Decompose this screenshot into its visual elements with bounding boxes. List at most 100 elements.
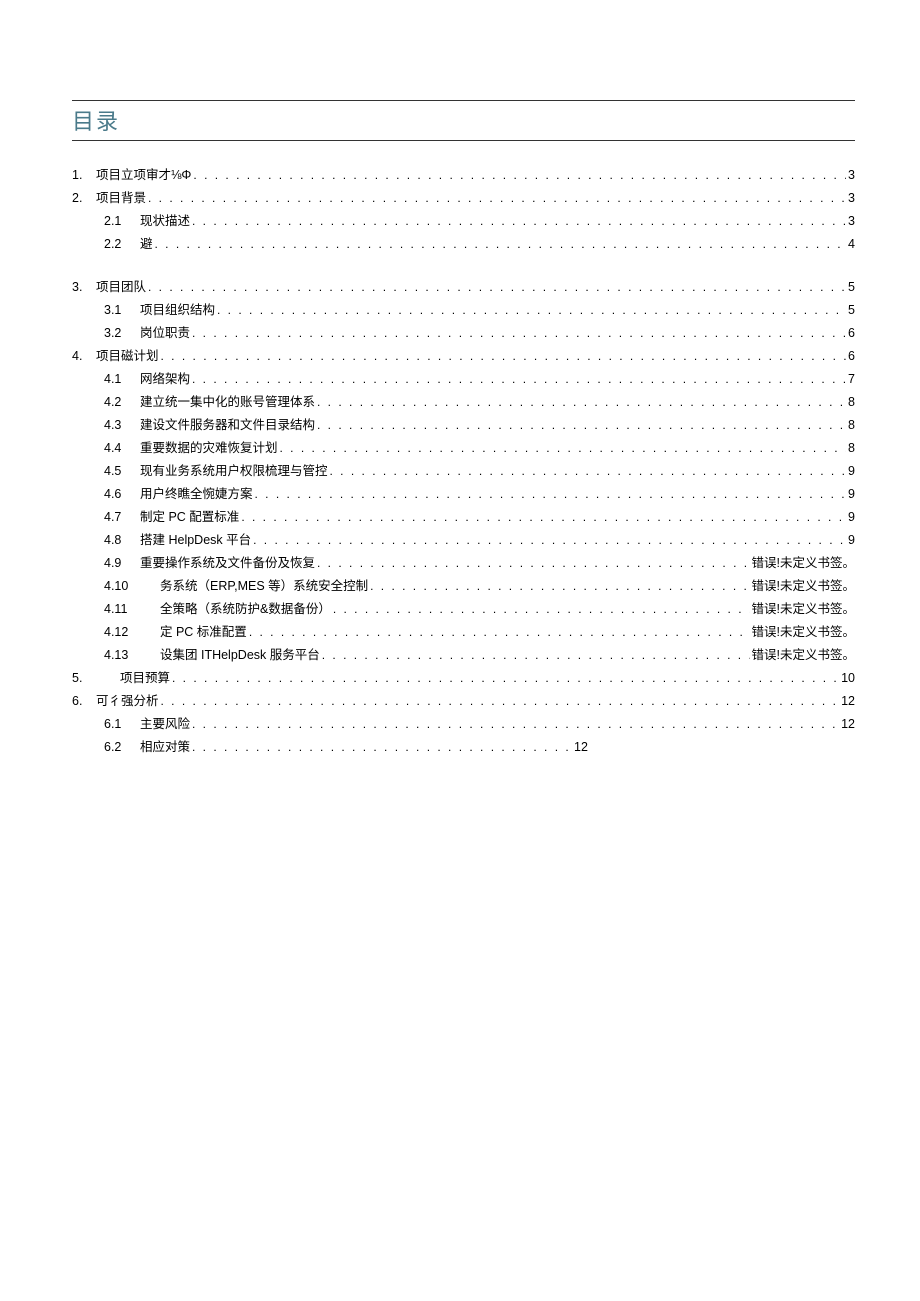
toc-entry-1: 1. 项目立项审才⅛Φ 3: [72, 169, 855, 182]
toc-number: 3.: [72, 281, 96, 294]
toc-entry-4-13: 4.13 设集团 ITHelpDesk 服务平台 错误!未定义书签。: [72, 649, 855, 662]
toc-leader: [148, 281, 846, 293]
toc-page: 6: [848, 327, 855, 340]
toc-number: 5.: [72, 672, 96, 685]
toc-label: 避: [140, 238, 153, 251]
toc-entry-4-2: 4.2 建立统一集中化的账号管理体系 8: [72, 396, 855, 409]
toc-number: 4.11: [104, 603, 160, 616]
toc-entry-4-6: 4.6 用户终瞧全惋婕方案 9: [72, 488, 855, 501]
toc-label: 建设文件服务器和文件目录结构: [140, 419, 315, 432]
toc-number: 3.1: [104, 304, 140, 317]
table-of-contents: 1. 项目立项审才⅛Φ 3 2. 项目背景 3 2.1 现状描述 3 2.2 避…: [72, 169, 855, 753]
toc-leader: [192, 215, 846, 227]
toc-number: 4.13: [104, 649, 160, 662]
toc-leader: [192, 741, 572, 753]
toc-page: 8: [848, 419, 855, 432]
toc-entry-4-7: 4.7 制定 PC 配置标准 9: [72, 511, 855, 524]
toc-leader: [317, 419, 846, 431]
toc-leader: [161, 350, 847, 362]
toc-entry-4-11: 4.11 全策略（系统防护&数据备份） 错误!未定义书签。: [72, 603, 855, 616]
toc-number: 4.10: [104, 580, 160, 593]
toc-entry-4-9: 4.9 重要操作系统及文件备份及恢复 错误!未定义书签。: [72, 557, 855, 570]
toc-label: 重要数据的灾难恢复计划: [140, 442, 278, 455]
toc-label: 用户终瞧全惋婕方案: [140, 488, 253, 501]
toc-label: 制定 PC 配置标准: [140, 511, 239, 524]
toc-label: 项目预算: [120, 672, 170, 685]
toc-entry-6: 6. 可彳强分析 12: [72, 695, 855, 708]
toc-number: 3.2: [104, 327, 140, 340]
toc-label: 搭建 HelpDesk 平台: [140, 534, 251, 547]
toc-number: 4.7: [104, 511, 140, 524]
toc-label: 网络架构: [140, 373, 190, 386]
toc-label: 现有业务系统用户权限梳理与管控: [140, 465, 328, 478]
toc-leader: [280, 442, 847, 454]
toc-page: 7: [848, 373, 855, 386]
toc-leader: [333, 603, 750, 615]
toc-number: 4.4: [104, 442, 140, 455]
toc-label: 项目组织结构: [140, 304, 215, 317]
toc-entry-3-1: 3.1 项目组织结构 5: [72, 304, 855, 317]
toc-number: 4.3: [104, 419, 140, 432]
toc-entry-2-2: 2.2 避 4: [72, 238, 855, 251]
toc-label: 定 PC 标准配置: [160, 626, 247, 639]
toc-label: 项目磁计划: [96, 350, 159, 363]
toc-page: 5: [848, 304, 855, 317]
toc-entry-4: 4. 项目磁计划 6: [72, 350, 855, 363]
toc-number: 2.1: [104, 215, 140, 228]
toc-entry-6-2: 6.2 相应对策 12: [72, 741, 855, 754]
toc-page: 5: [848, 281, 855, 294]
toc-label: 项目背景: [96, 192, 146, 205]
toc-label: 全策略（系统防护&数据备份）: [160, 603, 331, 616]
toc-leader: [217, 304, 846, 316]
toc-page: 8: [848, 396, 855, 409]
toc-number: 4.6: [104, 488, 140, 501]
toc-page: 12: [574, 741, 588, 754]
toc-label: 项目立项审才⅛Φ: [96, 169, 191, 182]
toc-page: 4: [848, 238, 855, 251]
toc-entry-4-3: 4.3 建设文件服务器和文件目录结构 8: [72, 419, 855, 432]
toc-page: 9: [848, 534, 855, 547]
toc-number: 4.9: [104, 557, 140, 570]
toc-entry-4-5: 4.5 现有业务系统用户权限梳理与管控 9: [72, 465, 855, 478]
toc-number: 6.1: [104, 718, 140, 731]
toc-leader: [241, 511, 846, 523]
toc-entry-3-2: 3.2 岗位职责 6: [72, 327, 855, 340]
toc-entry-2: 2. 项目背景 3: [72, 192, 855, 205]
toc-number: 4.: [72, 350, 96, 363]
toc-page: 错误!未定义书签。: [752, 580, 855, 593]
toc-page: 3: [848, 215, 855, 228]
toc-number: 6.: [72, 695, 96, 708]
toc-page: 错误!未定义书签。: [752, 557, 855, 570]
toc-entry-6-1: 6.1 主要风险 12: [72, 718, 855, 731]
title-rule: 目录: [72, 100, 855, 141]
toc-page: 错误!未定义书签。: [752, 603, 855, 616]
toc-label: 重要操作系统及文件备份及恢复: [140, 557, 315, 570]
toc-number: 4.8: [104, 534, 140, 547]
toc-leader: [322, 649, 750, 661]
toc-number: 1.: [72, 169, 96, 182]
toc-leader: [192, 718, 839, 730]
toc-number: 4.5: [104, 465, 140, 478]
toc-label: 建立统一集中化的账号管理体系: [140, 396, 315, 409]
toc-leader: [192, 373, 846, 385]
toc-entry-4-10: 4.10 务系统（ERP,MES 等）系统安全控制 错误!未定义书签。: [72, 580, 855, 593]
toc-entry-3: 3. 项目团队 5: [72, 281, 855, 294]
toc-page: 3: [848, 192, 855, 205]
toc-label: 现状描述: [140, 215, 190, 228]
toc-leader: [172, 672, 839, 684]
toc-page: 错误!未定义书签。: [752, 649, 855, 662]
toc-page: 9: [848, 488, 855, 501]
toc-page: 6: [848, 350, 855, 363]
toc-leader: [148, 192, 846, 204]
toc-label: 岗位职责: [140, 327, 190, 340]
toc-entry-4-12: 4.12 定 PC 标准配置 错误!未定义书签。: [72, 626, 855, 639]
toc-number: 6.2: [104, 741, 140, 754]
toc-label: 主要风险: [140, 718, 190, 731]
toc-entry-5: 5. 项目预算 10: [72, 672, 855, 685]
toc-leader: [317, 396, 846, 408]
toc-page: 12: [841, 718, 855, 731]
toc-leader: [253, 534, 846, 546]
toc-page: 10: [841, 672, 855, 685]
toc-number: 4.1: [104, 373, 140, 386]
toc-number: 4.12: [104, 626, 160, 639]
